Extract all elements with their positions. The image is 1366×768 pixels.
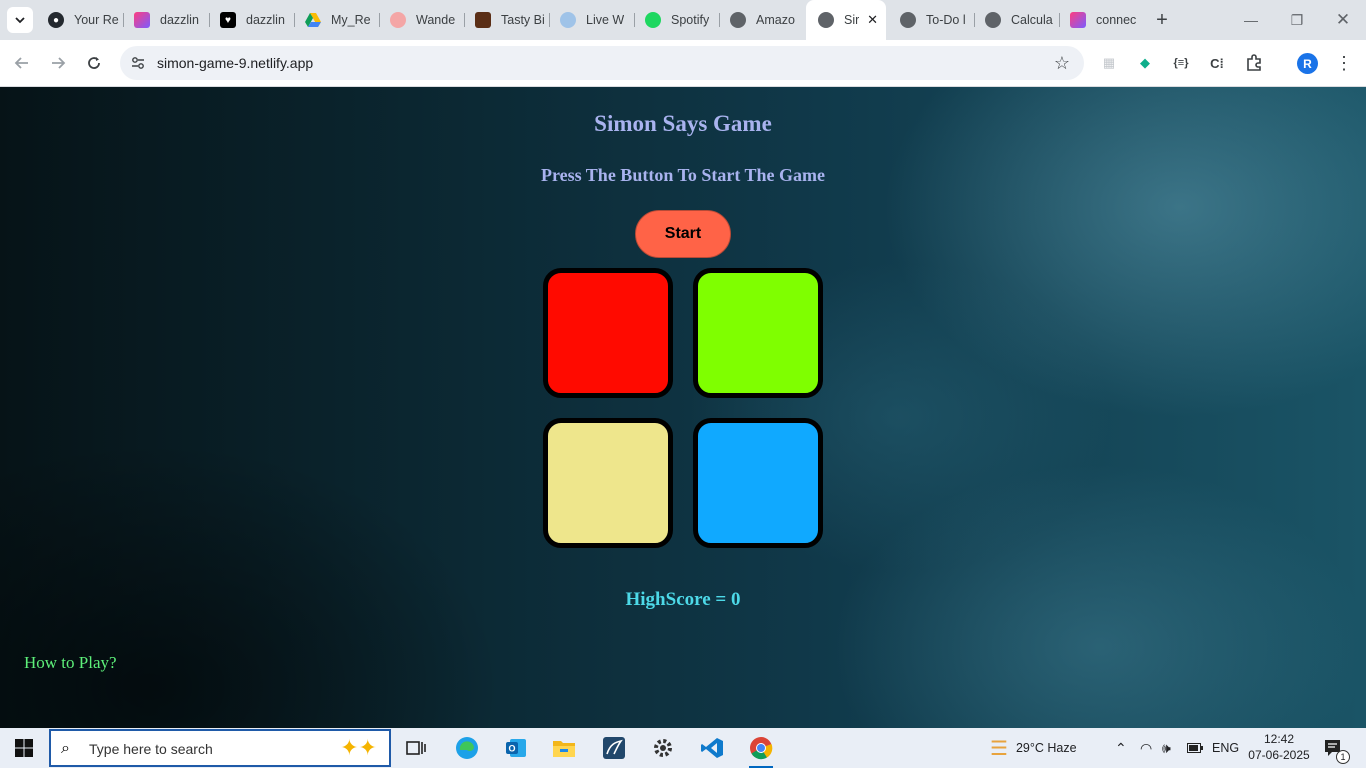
clock-date: 07-06-2025 — [1248, 748, 1310, 762]
site-settings-icon — [132, 57, 144, 69]
google-drive-icon — [305, 12, 321, 28]
clock-time: 12:42 — [1263, 732, 1295, 746]
wifi-icon[interactable]: ◠ — [1140, 728, 1152, 768]
vscode-icon[interactable] — [696, 732, 728, 764]
reload-button[interactable] — [81, 50, 107, 76]
simon-blue-button[interactable] — [693, 418, 823, 548]
windows-start-button[interactable] — [0, 728, 48, 768]
tab-dazzling-1[interactable]: dazzlin — [124, 6, 208, 34]
new-tab-button[interactable]: + — [1150, 8, 1174, 32]
tab-google-drive[interactable]: My_Re — [295, 6, 379, 34]
simon-green-button[interactable] — [693, 268, 823, 398]
language-indicator[interactable]: ENG — [1212, 728, 1239, 768]
notification-center-button[interactable]: 1 — [1324, 728, 1350, 768]
globe-icon — [985, 12, 1001, 28]
browser-toolbar: simon-game-9.netlify.app ☆ ▦ ◆ {≡} C⁞ — [0, 40, 1366, 87]
tab-github[interactable]: ● Your Re — [38, 6, 122, 34]
tab-simon-active[interactable]: Sir ✕ — [806, 0, 886, 40]
url-text: simon-game-9.netlify.app — [157, 55, 314, 71]
mysql-workbench-icon[interactable] — [598, 732, 630, 764]
tab-todo[interactable]: To-Do l — [890, 6, 974, 34]
globe-icon — [900, 12, 916, 28]
chevron-down-icon — [15, 17, 25, 24]
search-icon: ⌕ — [61, 740, 70, 757]
tab-connect[interactable]: connec — [1060, 6, 1144, 34]
bookmark-star-icon[interactable]: ☆ — [1054, 53, 1070, 74]
simon-yellow-button[interactable] — [543, 418, 673, 548]
github-icon: ● — [48, 12, 64, 28]
volume-icon[interactable]: 🕪 — [1162, 728, 1171, 768]
svg-text:O: O — [508, 744, 515, 754]
more-menu-icon[interactable]: ⋮ — [1335, 52, 1353, 74]
extension-puzzle-grid-icon[interactable]: ▦ — [1098, 52, 1120, 74]
tab-calculator[interactable]: Calcula — [975, 6, 1059, 34]
tab-amazon[interactable]: Amazo — [720, 6, 804, 34]
spotify-icon — [645, 12, 661, 28]
forward-button[interactable] — [45, 50, 71, 76]
globe-icon — [818, 12, 834, 28]
address-bar[interactable]: simon-game-9.netlify.app ☆ — [120, 46, 1084, 80]
edge-browser-icon[interactable] — [451, 732, 483, 764]
page-title: Simon Says Game — [594, 111, 772, 136]
arrow-right-icon — [52, 57, 66, 69]
simon-red-button[interactable] — [543, 268, 673, 398]
extension-c-icon[interactable]: C⁞ — [1206, 52, 1228, 74]
haze-sun-icon: ☰ — [990, 737, 1008, 760]
reload-icon — [88, 57, 100, 69]
close-window-button[interactable]: ✕ — [1320, 0, 1366, 40]
battery-icon[interactable] — [1187, 728, 1203, 768]
extension-json-icon[interactable]: {≡} — [1170, 52, 1192, 74]
taskbar-search-input[interactable]: ⌕ Type here to search ✦✦ — [49, 729, 391, 767]
show-hidden-icons-chevron[interactable]: ⌃ — [1115, 728, 1127, 768]
globe-icon — [730, 12, 746, 28]
windows-logo-icon — [15, 739, 33, 757]
task-view-icon[interactable] — [400, 732, 432, 764]
minimize-window-button[interactable]: — — [1228, 0, 1274, 40]
chrome-icon[interactable] — [745, 732, 777, 768]
heart-app-icon — [1070, 12, 1086, 28]
tab-dazzling-2[interactable]: ♥ dazzlin — [210, 6, 294, 34]
windows-taskbar: ⌕ Type here to search ✦✦ O ☰ 29°C Haze ⌃… — [0, 728, 1366, 768]
notification-count-badge: 1 — [1336, 750, 1350, 764]
weather-icon — [560, 12, 576, 28]
tab-tasty-bites[interactable]: Tasty Bi — [465, 6, 549, 34]
tab-live-weather[interactable]: Live W — [550, 6, 634, 34]
emoji-icon — [390, 12, 406, 28]
file-explorer-icon[interactable] — [548, 732, 580, 764]
weather-text: 29°C Haze — [1015, 741, 1077, 755]
heart-outline-icon: ♥ — [220, 12, 236, 28]
start-button[interactable]: Start — [635, 210, 731, 258]
taskbar-clock[interactable]: 12:42 07-06-2025 — [1244, 731, 1314, 763]
restore-window-button[interactable]: ❐ — [1274, 0, 1320, 40]
arrow-left-icon — [14, 57, 28, 69]
copilot-sparkle-icon: ✦✦ — [340, 735, 377, 760]
tab-wander[interactable]: Wande — [380, 6, 464, 34]
back-button[interactable] — [9, 50, 35, 76]
page-content: Simon Says Game Press The Button To Star… — [0, 87, 1366, 728]
browser-tab-strip: ● Your Re dazzlin ♥ dazzlin My_Re Wande … — [0, 0, 1366, 40]
settings-gear-icon[interactable] — [647, 732, 679, 764]
how-to-play-link[interactable]: How to Play? — [24, 653, 117, 673]
highscore-text: HighScore = 0 — [625, 589, 741, 610]
profile-avatar[interactable]: R — [1297, 53, 1318, 74]
tab-search-button[interactable] — [7, 7, 33, 33]
extensions-puzzle-icon[interactable] — [1243, 52, 1265, 74]
close-tab-icon[interactable]: ✕ — [867, 12, 878, 28]
food-icon — [475, 12, 491, 28]
search-placeholder: Type here to search — [89, 741, 213, 757]
weather-widget[interactable]: ☰ 29°C Haze — [990, 728, 1077, 768]
instruction-text: Press The Button To Start The Game — [540, 165, 826, 185]
extension-green-icon[interactable]: ◆ — [1134, 52, 1156, 74]
heart-app-icon — [134, 12, 150, 28]
outlook-icon[interactable]: O — [500, 732, 532, 764]
tab-spotify[interactable]: Spotify — [635, 6, 719, 34]
